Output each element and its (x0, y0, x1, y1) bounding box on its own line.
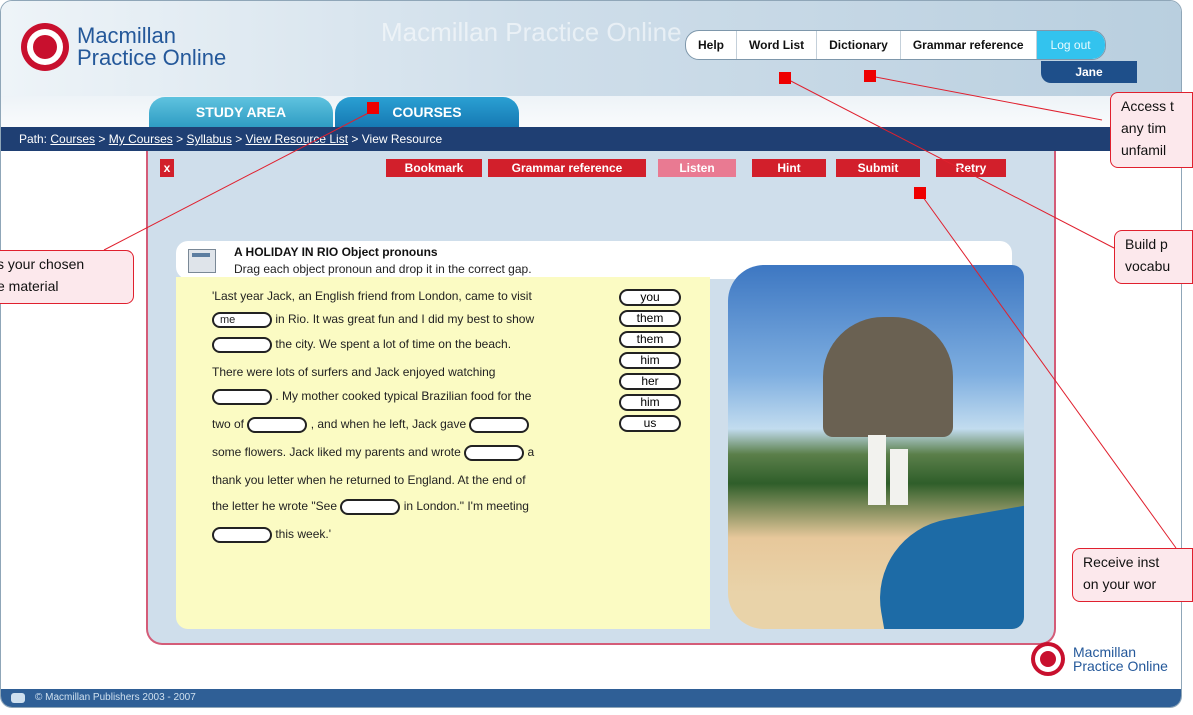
callout-marker (367, 102, 379, 114)
callout-access-tools: Access t any tim unfamil (1110, 92, 1193, 168)
callout-marker (864, 70, 876, 82)
callout-marker (779, 72, 791, 84)
callout-instant-feedback: Receive inst on your wor (1072, 548, 1193, 602)
callout-marker (914, 187, 926, 199)
callout-build-vocabulary: Build p vocabu (1114, 230, 1193, 284)
callout-lines (103, 75, 1177, 549)
callout-chosen-material: s your chosen e material (0, 250, 134, 304)
